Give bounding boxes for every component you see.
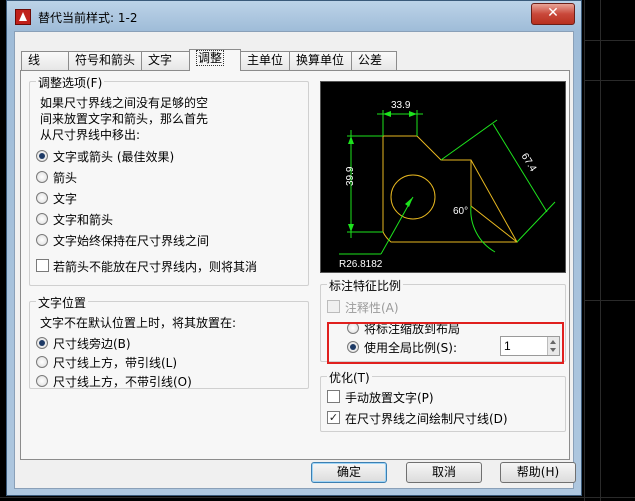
autocad-logo-icon [15,9,31,25]
radio-keep-text-between[interactable] [36,234,48,246]
annotative-label: 注释性(A) [345,301,399,315]
radio-text-or-arrows-label: 文字或箭头 (最佳效果) [53,150,175,164]
suppress-arrows-checkbox[interactable] [36,259,49,272]
fit-tab-panel: 调整选项(F) 如果尺寸界线之间没有足够的空 间来放置文字和箭头，那么首先 从尺… [20,70,570,460]
dim-top-text: 33.9 [391,100,411,111]
radio-text-and-arrows[interactable] [36,213,48,225]
ok-button[interactable]: 确定 [311,462,387,483]
fit-description-line-2: 间来放置文字和箭头，那么首先 [40,112,209,126]
tab-alternate-units[interactable]: 换算单位 [289,51,352,70]
tab-fit[interactable]: 调整 [189,49,241,71]
radio-beside-dimline-label: 尺寸线旁边(B) [53,337,131,351]
tab-fit-label: 调整 [196,50,225,66]
dim-left-text: 39.9 [345,166,356,186]
fine-tuning-title: 优化(T) [327,369,372,386]
radio-text-label: 文字 [53,192,78,206]
radio-beside-dimline[interactable] [36,337,48,349]
close-button[interactable]: ✕ [531,3,575,25]
radio-text-and-arrows-label: 文字和箭头 [53,213,114,227]
dialog-window: 替代当前样式: 1-2 ✕ 线 符号和箭头 文字 调整 主单位 换算单位 公差 … [6,0,582,496]
radio-over-with-leader[interactable] [36,356,48,368]
radio-arrows-label: 箭头 [53,171,78,185]
tab-lines[interactable]: 线 [21,51,69,70]
title-bar[interactable]: 替代当前样式: 1-2 ✕ [7,1,581,31]
dim-angle-text: 60° [453,206,468,217]
draw-dimline-checkbox[interactable]: ✓ [327,411,340,424]
help-button[interactable]: 帮助(H) [500,462,576,483]
fit-options-group: 调整选项(F) 如果尺寸界线之间没有足够的空 间来放置文字和箭头，那么首先 从尺… [29,74,309,286]
suppress-arrows-label: 若箭头不能放在尺寸界线内，则将其消 [53,260,258,274]
tab-primary-units[interactable]: 主单位 [240,51,290,70]
dimension-preview: 33.9 39.9 67.4 60° R26.8182 [320,81,566,273]
fit-options-title: 调整选项(F) [36,74,105,91]
cancel-button[interactable]: 取消 [406,462,482,483]
manual-place-checkbox[interactable] [327,390,340,403]
dim-radius-text: R26.8182 [339,259,383,270]
annotative-checkbox[interactable] [327,300,340,313]
text-placement-group: 文字位置 文字不在默认位置上时，将其放置在: 尺寸线旁边(B) 尺寸线上方，带引… [29,294,309,389]
scale-title: 标注特征比例 [327,277,404,294]
radio-keep-text-between-label: 文字始终保持在尺寸界线之间 [53,234,210,248]
radio-over-without-leader[interactable] [36,375,48,387]
highlight-annotation [327,322,564,364]
tab-text[interactable]: 文字 [141,51,190,70]
radio-over-without-leader-label: 尺寸线上方，不带引线(O) [53,375,192,389]
fine-tuning-group: 优化(T) 手动放置文字(P) ✓ 在尺寸界线之间绘制尺寸线(D) [320,369,566,432]
radio-text[interactable] [36,192,48,204]
manual-place-label: 手动放置文字(P) [345,391,434,405]
radio-arrows[interactable] [36,171,48,183]
tab-symbols-arrows[interactable]: 符号和箭头 [68,51,142,70]
dialog-client-area: 线 符号和箭头 文字 调整 主单位 换算单位 公差 调整选项(F) 如果尺寸界线… [14,31,576,489]
radio-text-or-arrows[interactable] [36,150,48,162]
fit-description-line-1: 如果尺寸界线之间没有足够的空 [40,96,209,110]
draw-dimline-label: 在尺寸界线之间绘制尺寸线(D) [345,412,508,426]
text-placement-description: 文字不在默认位置上时，将其放置在: [40,316,237,330]
fit-description-line-3: 从尺寸界线中移出: [40,128,141,142]
preview-drawing: 33.9 39.9 67.4 60° R26.8182 [339,100,556,270]
radio-over-with-leader-label: 尺寸线上方，带引线(L) [53,356,178,370]
text-placement-title: 文字位置 [36,294,89,311]
tab-tolerances[interactable]: 公差 [351,51,397,70]
dialog-title: 替代当前样式: 1-2 [38,11,138,25]
